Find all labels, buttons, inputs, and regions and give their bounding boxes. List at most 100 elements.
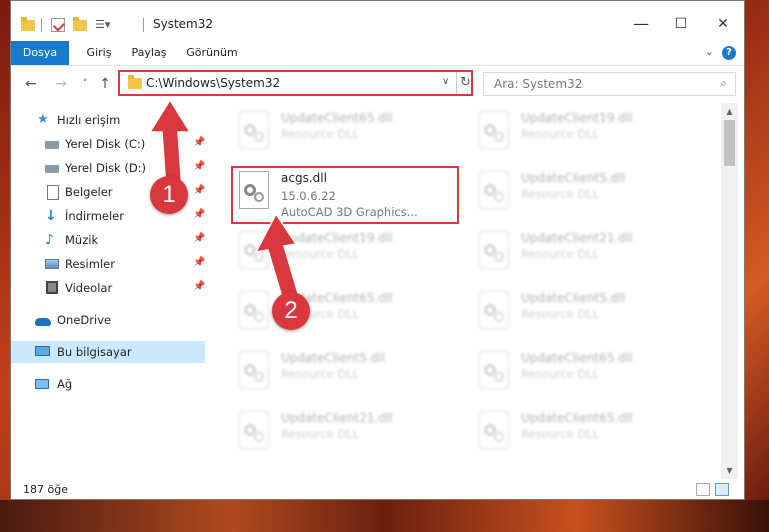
desktop-wallpaper: [0, 500, 769, 532]
file-type: Resource DLL: [281, 247, 360, 261]
details-view-icon[interactable]: [696, 483, 710, 496]
item-count: 187 öğe: [23, 483, 68, 496]
file-item[interactable]: UpdateClient65.dll Resource DLL: [231, 287, 461, 343]
scroll-thumb[interactable]: [724, 120, 735, 166]
computer-icon: [35, 345, 50, 359]
sidebar-item-local-disk-c[interactable]: Yerel Disk (C:) 📌: [11, 133, 205, 155]
navigation-bar: ← → ˅ ↑ C:\Windows\System32 ∨ ↻ Ara: Sys…: [11, 66, 744, 102]
search-input[interactable]: Ara: System32 ⌕: [483, 72, 736, 96]
file-item[interactable]: UpdateClient21.dll Resource DLL: [471, 227, 701, 283]
sidebar-item-local-disk-d[interactable]: Yerel Disk (D:) 📌: [11, 157, 205, 179]
file-item[interactable]: UpdateClient5.dll Resource DLL: [231, 347, 461, 403]
sidebar-item-pictures[interactable]: Resimler 📌: [11, 253, 205, 275]
search-placeholder: Ara: System32: [494, 77, 583, 91]
close-button[interactable]: ✕: [703, 11, 743, 37]
file-item[interactable]: UpdateClient65.dll Resource DLL: [471, 407, 701, 463]
file-item[interactable]: UpdateClient65.dll Resource DLL: [471, 347, 701, 403]
documents-icon: [45, 185, 59, 200]
dll-file-icon: [479, 351, 509, 389]
tab-share[interactable]: Paylaş: [125, 41, 173, 65]
dll-file-icon: [239, 351, 269, 389]
tab-home[interactable]: Giriş: [75, 41, 123, 65]
file-item[interactable]: UpdateClient21.dll Resource DLL: [231, 407, 461, 463]
tab-view[interactable]: Görünüm: [181, 41, 243, 65]
status-bar: 187 öğe: [11, 479, 744, 499]
sidebar-item-music[interactable]: ♪ Müzik 📌: [11, 229, 205, 251]
sidebar-item-onedrive[interactable]: OneDrive: [11, 309, 205, 331]
back-button[interactable]: ←: [21, 73, 41, 95]
file-type: Resource DLL: [281, 367, 360, 381]
recent-locations-button[interactable]: ˅: [75, 73, 95, 95]
minimize-button[interactable]: —: [621, 11, 661, 37]
step-2-badge: 2: [272, 292, 310, 330]
dll-file-icon: [239, 291, 269, 329]
vertical-scrollbar[interactable]: ▲ ▼: [721, 103, 738, 479]
maximize-button[interactable]: ☐: [661, 11, 701, 37]
refresh-button[interactable]: ↻: [456, 72, 474, 94]
tiles-view-icon[interactable]: [715, 483, 729, 496]
pin-icon: 📌: [193, 233, 206, 244]
window-title: System32: [153, 17, 214, 31]
properties-icon[interactable]: [51, 18, 66, 32]
sidebar-item-videos[interactable]: Videolar 📌: [11, 277, 205, 299]
pin-icon: 📌: [193, 185, 206, 196]
separator: [41, 18, 42, 32]
help-icon[interactable]: ?: [722, 46, 736, 60]
ribbon-tabs: Dosya Giriş Paylaş Görünüm ⌄ ?: [11, 41, 744, 66]
scroll-up-icon[interactable]: ▲: [721, 103, 738, 120]
highlight-box: [231, 166, 459, 224]
file-name: UpdateClient19.dll: [521, 111, 633, 125]
dll-file-icon: [479, 231, 509, 269]
video-icon: [45, 281, 59, 295]
cloud-icon: [35, 313, 51, 327]
sidebar-item-quick-access[interactable]: ★ Hızlı erişim: [11, 109, 205, 131]
ribbon-expand-icon[interactable]: ⌄: [705, 45, 714, 58]
title-bar: ☰▾ System32 — ☐ ✕: [11, 1, 744, 41]
file-type: Resource DLL: [521, 307, 600, 321]
file-type: Resource DLL: [521, 187, 600, 201]
dll-file-icon: [479, 171, 509, 209]
sidebar-item-label: İndirmeler: [65, 209, 124, 223]
pin-icon: 📌: [193, 161, 206, 172]
forward-button[interactable]: →: [51, 73, 71, 95]
file-item[interactable]: UpdateClient5.dll Resource DLL: [471, 287, 701, 343]
address-dropdown-icon[interactable]: ∨: [442, 76, 449, 87]
file-name: UpdateClient65.dll: [281, 111, 393, 125]
sidebar-item-network[interactable]: Ağ: [11, 373, 205, 395]
sidebar-item-this-pc[interactable]: Bu bilgisayar: [11, 341, 205, 363]
scroll-down-icon[interactable]: ▼: [721, 462, 738, 479]
file-name: UpdateClient5.dll: [521, 291, 625, 305]
drive-icon: [45, 137, 59, 151]
pin-icon: 📌: [193, 137, 206, 148]
up-button[interactable]: ↑: [95, 73, 115, 95]
file-type: Resource DLL: [281, 427, 360, 441]
sidebar-item-label: Videolar: [65, 281, 113, 295]
dll-file-icon: [479, 111, 509, 149]
file-name: UpdateClient19.dll: [281, 231, 393, 245]
address-path[interactable]: C:\Windows\System32: [146, 76, 280, 90]
file-item[interactable]: UpdateClient65.dll Resource DLL: [231, 107, 461, 163]
customize-quick-access-icon[interactable]: ☰▾: [95, 18, 110, 32]
sidebar-item-label: Bu bilgisayar: [57, 345, 132, 359]
sidebar-item-label: OneDrive: [57, 313, 112, 327]
tab-file[interactable]: Dosya: [11, 41, 69, 65]
file-item[interactable]: UpdateClient19.dll Resource DLL: [471, 107, 701, 163]
sidebar-item-label: Hızlı erişim: [57, 113, 121, 127]
pictures-icon: [45, 257, 59, 271]
sidebar-item-label: Resimler: [65, 257, 115, 271]
file-item[interactable]: UpdateClient5.dll Resource DLL: [471, 167, 701, 223]
file-item[interactable]: UpdateClient19.dll Resource DLL: [231, 227, 461, 283]
address-bar[interactable]: C:\Windows\System32 ∨ ↻: [118, 70, 473, 96]
file-name: UpdateClient65.dll: [521, 351, 633, 365]
file-type: Resource DLL: [521, 127, 600, 141]
pin-icon: 📌: [193, 281, 206, 292]
music-icon: ♪: [45, 232, 54, 248]
dll-file-icon: [479, 291, 509, 329]
separator: [143, 18, 144, 32]
file-name: UpdateClient5.dll: [521, 171, 625, 185]
file-explorer-window: ☰▾ System32 — ☐ ✕ Dosya Giriş Paylaş Gör…: [10, 0, 745, 500]
navigation-pane: ★ Hızlı erişim Yerel Disk (C:) 📌 Yerel D…: [11, 103, 207, 479]
dll-file-icon: [239, 411, 269, 449]
file-name: UpdateClient5.dll: [281, 351, 385, 365]
new-folder-icon[interactable]: [73, 17, 87, 32]
